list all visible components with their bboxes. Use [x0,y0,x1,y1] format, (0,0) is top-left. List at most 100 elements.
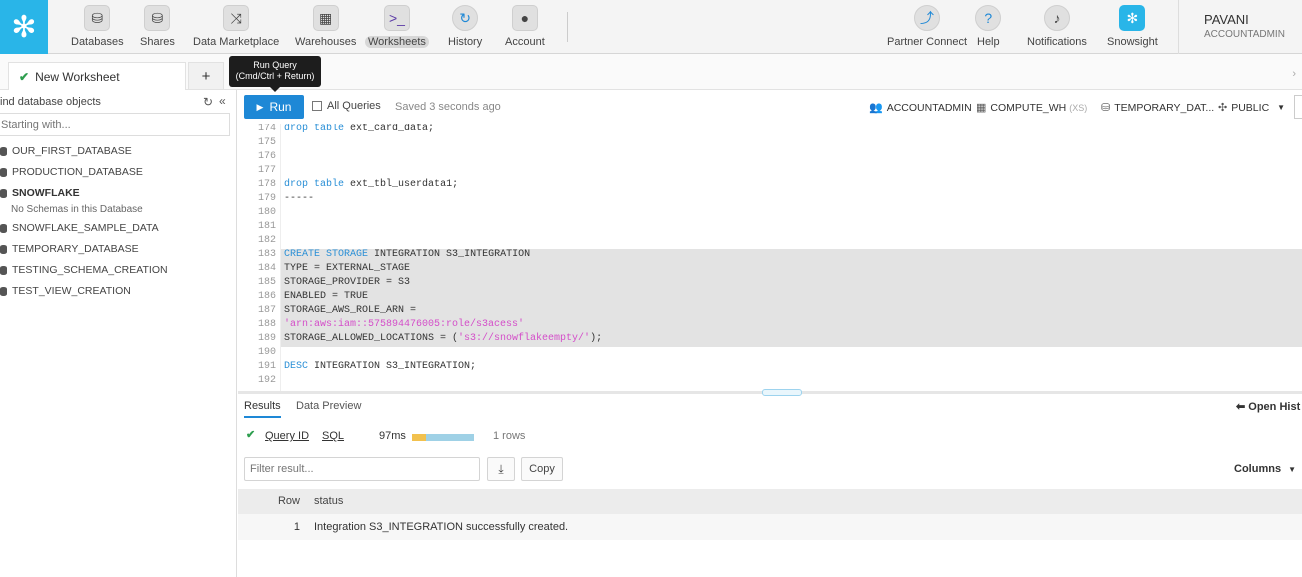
schema-label: PUBLIC [1231,101,1270,114]
line-number: 181 [257,221,276,232]
db-item[interactable]: TESTING_SCHEMA_CREATION [0,264,168,276]
role-selector[interactable]: 👥 ACCOUNTADMIN [869,101,972,115]
line-number: 176 [257,151,276,162]
line-number: 191 [257,361,276,372]
nav-worksheets[interactable]: >_ Worksheets [365,0,429,54]
nav-partner-connect[interactable]: ⤴ Partner Connect [884,0,970,54]
caret-down-icon: ▼ [1288,465,1297,474]
db-name: OUR_FIRST_DATABASE [12,145,132,157]
nav-account[interactable]: ● Account [502,0,548,54]
all-queries-checkbox[interactable]: All Queries [312,100,381,112]
db-item[interactable]: TEMPORARY_DATABASE [0,243,139,255]
db-item[interactable]: SNOWFLAKE [0,187,80,199]
db-item[interactable]: TEST_VIEW_CREATION [0,285,131,297]
collapse-sidebar-icon[interactable]: « [219,94,226,108]
refresh-icon[interactable]: ↻ [203,95,213,109]
warehouse-size: (XS) [1069,102,1088,113]
warehouse-selector[interactable]: ▦ COMPUTE_WH (XS) [976,101,1088,115]
filter-result-input[interactable] [244,457,480,481]
columns-dropdown[interactable]: Columns ▼ [1234,463,1296,475]
schema-selector[interactable]: ✣ PUBLIC ▼ [1218,101,1285,115]
query-id-link[interactable]: Query ID [265,430,309,442]
run-button[interactable]: ▶ Run [244,95,304,119]
nav-notifications[interactable]: ♪ Notifications [1024,0,1090,54]
database-icon: ⛁ [1101,102,1111,114]
more-context-button[interactable] [1294,95,1302,119]
all-queries-label: All Queries [327,100,381,112]
query-duration: 97ms [379,430,406,442]
user-role: ACCOUNTADMIN [1204,29,1285,40]
nav-warehouses-label: Warehouses [295,36,357,48]
line-number: 175 [257,137,276,148]
partner-connect-icon: ⤴ [914,5,941,31]
nav-snowsight[interactable]: ✻ Snowsight [1104,0,1161,54]
shares-icon: ⛁ [144,5,171,31]
db-item[interactable]: SNOWFLAKE_SAMPLE_DATA [0,222,159,234]
column-header-status[interactable]: status [314,495,343,507]
line-number: 182 [257,235,276,246]
database-selector[interactable]: ⛁ TEMPORARY_DAT... [1101,101,1214,115]
db-name: TESTING_SCHEMA_CREATION [12,264,168,276]
no-schemas-message: No Schemas in this Database [11,204,143,215]
nav-history[interactable]: ↻ History [445,0,485,54]
db-name: PRODUCTION_DATABASE [12,166,143,178]
nav-help[interactable]: ? Help [974,0,1003,54]
nav-databases[interactable]: ⛁ Databases [68,0,127,54]
line-number: 190 [257,347,276,358]
code-line: STORAGE_AWS_ROLE_ARN = [284,305,417,316]
code-line: drop table ext_tbl_userdata1; [284,179,459,190]
gutter-divider [280,124,281,392]
nav-data-marketplace[interactable]: ⤨ Data Marketplace [190,0,282,54]
db-item[interactable]: OUR_FIRST_DATABASE [0,145,132,157]
db-item[interactable]: PRODUCTION_DATABASE [0,166,143,178]
editor-toolbar: ▶ Run All Queries Saved 3 seconds ago 👥 … [238,90,1302,124]
success-check-icon: ✔ [246,429,256,441]
account-icon: ● [511,5,538,31]
nav-account-label: Account [505,36,545,48]
line-number: 183 [257,249,276,260]
open-history-button[interactable]: ⬅ Open Hist [1236,400,1300,413]
database-icon [0,223,7,233]
line-number: 180 [257,207,276,218]
line-number: 174 [257,124,276,134]
checkbox-icon [312,101,322,111]
row-count: 1 rows [493,430,526,442]
chevron-right-icon[interactable]: › [1292,68,1296,80]
tab-new-worksheet[interactable]: ✔ New Worksheet [8,62,186,90]
line-number: 186 [257,291,276,302]
open-history-label: Open Hist [1248,401,1301,413]
nav-shares[interactable]: ⛁ Shares [137,0,178,54]
tooltip-line2: (Cmd/Ctrl + Return) [235,71,315,81]
bell-icon: ♪ [1043,5,1070,31]
results-table-header: Row status [238,489,1302,514]
line-number: 185 [257,277,276,288]
columns-label: Columns [1234,463,1282,475]
copy-button[interactable]: Copy [521,457,563,481]
table-row[interactable]: 1 Integration S3_INTEGRATION successfull… [238,514,1302,540]
line-number: 178 [257,179,276,190]
database-icon: ⛁ [84,5,111,31]
code-line: 'arn:aws:iam::575894476005:role/s3acess' [284,319,525,330]
top-navigation: ✻ ⛁ Databases ⛁ Shares ⤨ Data Marketplac… [0,0,1302,54]
users-icon: 👥 [869,102,883,114]
object-search-input[interactable] [0,113,230,136]
play-icon: ▶ [256,101,264,112]
sql-link[interactable]: SQL [322,430,344,442]
warehouse-icon: ▦ [976,102,987,114]
column-header-row[interactable]: Row [238,495,300,507]
tab-results[interactable]: Results [244,400,281,418]
worksheet-icon: >_ [383,5,410,31]
add-worksheet-button[interactable]: + [188,62,224,90]
tab-data-preview[interactable]: Data Preview [296,400,361,412]
code-line: TYPE = EXTERNAL_STAGE [284,263,411,274]
nav-warehouses[interactable]: ▦ Warehouses [292,0,359,54]
run-query-tooltip: Run Query (Cmd/Ctrl + Return) [229,56,321,92]
line-number: 188 [257,319,276,330]
snowflake-logo-icon[interactable]: ✻ [0,0,48,54]
download-button[interactable]: ⤓ [487,457,515,481]
nav-databases-label: Databases [71,36,124,48]
results-tabs: Results Data Preview ⬅ Open Hist [238,394,1302,420]
nav-worksheets-label: Worksheets [365,36,429,48]
sql-editor[interactable]: 174 drop table ext_card_data; 175 176 177 178… [238,124,1302,392]
user-menu[interactable]: PAVANI ACCOUNTADMIN [1178,0,1285,54]
